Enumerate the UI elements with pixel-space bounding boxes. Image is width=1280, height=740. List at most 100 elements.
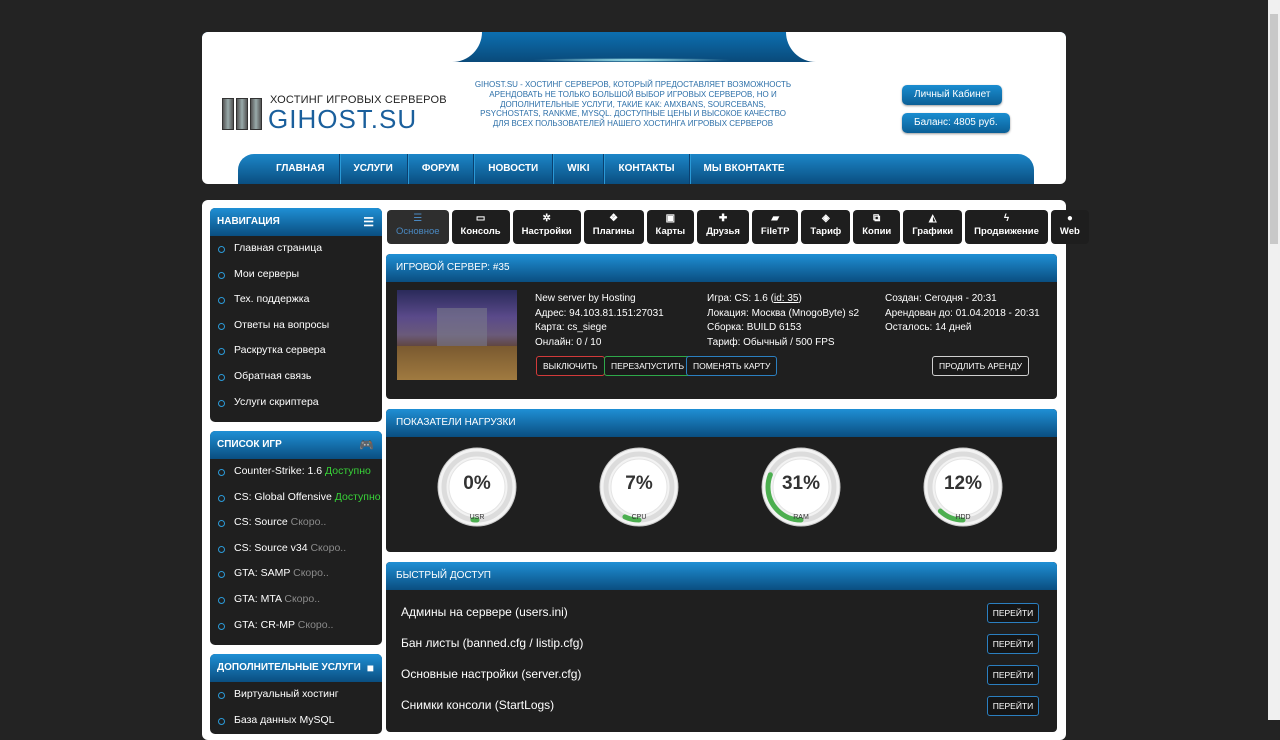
nav-contacts[interactable]: КОНТАКТЫ	[604, 154, 690, 184]
turn-off-button[interactable]: ВЫКЛЮЧИТЬ	[536, 356, 605, 376]
tab-promotion[interactable]: ϟ Продвижение	[965, 210, 1048, 244]
gauge-value: 12%	[943, 473, 983, 494]
sidebar-extra-services: ДОПОЛНИТЕЛЬНЫЕ УСЛУГИ ■ Виртуальный хости…	[210, 654, 382, 734]
sidebar-item-scripter[interactable]: Услуги скриптера	[210, 390, 382, 416]
game-item[interactable]: CS: Global Offensive Доступно	[210, 485, 382, 511]
server-game-suffix: )	[798, 293, 802, 304]
tab-web[interactable]: ● Web	[1050, 210, 1089, 244]
tab-label: Web	[1059, 226, 1080, 237]
server-game: Игра: CS: 1.6 (id: 35)	[707, 292, 859, 307]
tab-main[interactable]: ☰ Основное	[387, 210, 449, 244]
tab-friends[interactable]: ✚ Друзья	[697, 210, 749, 244]
game-item[interactable]: GTA: MTA Скоро..	[210, 587, 382, 613]
quick-access-panel: БЫСТРЫЙ ДОСТУП Админы на сервере (users.…	[386, 562, 1057, 732]
game-item[interactable]: CS: Source Скоро..	[210, 510, 382, 536]
game-item[interactable]: CS: Source v34 Скоро..	[210, 536, 382, 562]
gauge-usr: 0% USR	[437, 447, 517, 527]
header-tagline: GIHOST.SU - ХОСТИНГ СЕРВЕРОВ, КОТОРЫЙ ПР…	[474, 80, 792, 129]
server-panel-title: ИГРОВОЙ СЕРВЕР: #35	[386, 254, 1057, 282]
sidebar-item-promotion[interactable]: Раскрутка сервера	[210, 338, 382, 364]
site-logo[interactable]: ХОСТИНГ ИГРОВЫХ СЕРВЕРОВ GIHOST.SU	[222, 94, 447, 134]
gauge-hdd: 12% HDD	[923, 447, 1003, 527]
tab-plugins[interactable]: ❖ Плагины	[583, 210, 644, 244]
game-name: GTA: MTA	[234, 592, 282, 605]
sidebar-item-virtual-hosting[interactable]: Виртуальный хостинг	[210, 682, 382, 708]
sidebar-extra-header: ДОПОЛНИТЕЛЬНЫЕ УСЛУГИ ■	[210, 654, 382, 682]
tab-console[interactable]: ▭ Консоль	[451, 210, 510, 244]
header-glow	[532, 58, 732, 62]
monitor-icon: ▭	[475, 213, 486, 224]
server-info-col3: Создан: Сегодня - 20:31 Арендован до: 01…	[885, 292, 1040, 336]
tab-tariff[interactable]: ◈ Тариф	[801, 210, 851, 244]
server-tariff: Тариф: Обычный / 500 FPS	[707, 336, 835, 348]
tab-settings[interactable]: ✲ Настройки	[512, 210, 581, 244]
folder-open-icon: ▰	[771, 213, 780, 224]
sidebar-games: СПИСОК ИГР 🎮 Counter-Strike: 1.6 Доступно…	[210, 431, 382, 645]
sidebar-item-faq[interactable]: Ответы на вопросы	[210, 313, 382, 339]
sidebar-item-support[interactable]: Тех. поддержка	[210, 287, 382, 313]
dropbox-icon: ◈	[821, 213, 830, 224]
tab-label: Друзья	[706, 226, 740, 237]
server-location: Локация: Москва (MnogoByte) s2	[707, 307, 860, 319]
cabinet-button[interactable]: Личный Кабинет	[902, 85, 1003, 105]
quick-access-title: БЫСТРЫЙ ДОСТУП	[386, 562, 1057, 590]
game-item[interactable]: GTA: SAMP Скоро..	[210, 561, 382, 587]
nav-forum[interactable]: ФОРУМ	[408, 154, 475, 184]
game-item[interactable]: Counter-Strike: 1.6 Доступно	[210, 459, 382, 485]
gauge-value: 31%	[781, 473, 821, 494]
page-scrollbar[interactable]	[1268, 0, 1280, 720]
nav-wiki[interactable]: WIKI	[553, 154, 605, 184]
sidebar-item-feedback[interactable]: Обратная связь	[210, 364, 382, 390]
game-name: CS: Source	[234, 516, 288, 529]
tab-label: Продвижение	[974, 226, 1039, 237]
map-preview-image	[397, 290, 517, 380]
game-status: Скоро..	[297, 618, 334, 631]
menu-icon[interactable]: ☰	[363, 208, 374, 236]
game-name: CS: Source v34	[234, 541, 308, 554]
folder-icon: ■	[366, 661, 374, 675]
server-online: Онлайн: 0 / 10	[535, 336, 602, 348]
tab-filetp[interactable]: ▰ FileTP	[751, 210, 799, 244]
game-status: Скоро..	[293, 567, 329, 580]
server-name: New server by Hosting	[535, 293, 636, 304]
globe-icon: ●	[1066, 213, 1073, 224]
list-icon: ☰	[413, 213, 423, 224]
game-name: Counter-Strike: 1.6	[234, 465, 323, 477]
tab-copies[interactable]: ⧉ Копии	[853, 210, 901, 244]
load-panel: ПОКАЗАТЕЛИ НАГРУЗКИ 0% USR 7% CPU 31% RAM 1…	[386, 409, 1057, 552]
tab-charts[interactable]: ◭ Графики	[903, 210, 963, 244]
server-info-col2: Игра: CS: 1.6 (id: 35) Локация: Москва (…	[707, 292, 859, 350]
restart-button[interactable]: ПЕРЕЗАПУСТИТЬ	[604, 356, 692, 376]
nav-news[interactable]: НОВОСТИ	[474, 154, 554, 184]
bolt-icon: ϟ	[1003, 213, 1010, 224]
sidebar-item-mysql[interactable]: База данных MySQL	[210, 708, 382, 734]
go-button[interactable]: ПЕРЕЙТИ	[987, 634, 1039, 654]
sidebar-navigation-header: НАВИГАЦИЯ ☰	[210, 208, 382, 236]
scrollbar-thumb[interactable]	[1270, 14, 1278, 244]
server-id-link[interactable]: id: 35	[774, 293, 798, 304]
tab-maps[interactable]: ▣ Карты	[646, 210, 695, 244]
go-button[interactable]: ПЕРЕЙТИ	[987, 665, 1039, 685]
go-button[interactable]: ПЕРЕЙТИ	[987, 696, 1039, 716]
gauge-ram: 31% RAM	[761, 447, 841, 527]
nav-services[interactable]: УСЛУГИ	[340, 154, 408, 184]
nav-home[interactable]: ГЛАВНАЯ	[262, 154, 340, 184]
sidebar-games-header: СПИСОК ИГР 🎮	[210, 431, 382, 459]
copy-icon: ⧉	[873, 213, 881, 224]
balance-button[interactable]: Баланс: 4805 руб.	[902, 113, 1010, 133]
game-status: Доступно	[334, 490, 381, 503]
tab-label: FileTP	[760, 226, 790, 237]
quick-item-label: Бан листы (banned.cfg / listip.cfg)	[401, 636, 584, 650]
tab-label: Тариф	[810, 226, 842, 237]
game-status: Скоро..	[284, 592, 321, 605]
nav-vkontakte[interactable]: МЫ ВКОНТАКТЕ	[690, 154, 799, 184]
go-button[interactable]: ПЕРЕЙТИ	[987, 603, 1039, 623]
change-map-button[interactable]: ПОМЕНЯТЬ КАРТУ	[686, 356, 778, 376]
quick-item-label: Снимки консоли (StartLogs)	[401, 698, 555, 712]
game-item[interactable]: GTA: CR-MP Скоро..	[210, 613, 382, 639]
sidebar-item-home[interactable]: Главная страница	[210, 236, 382, 262]
gauge-value: 0%	[463, 473, 491, 494]
sidebar-item-my-servers[interactable]: Мои серверы	[210, 262, 382, 288]
extend-rent-button[interactable]: ПРОДЛИТЬ АРЕНДУ	[932, 356, 1029, 376]
load-panel-title: ПОКАЗАТЕЛИ НАГРУЗКИ	[386, 409, 1057, 437]
